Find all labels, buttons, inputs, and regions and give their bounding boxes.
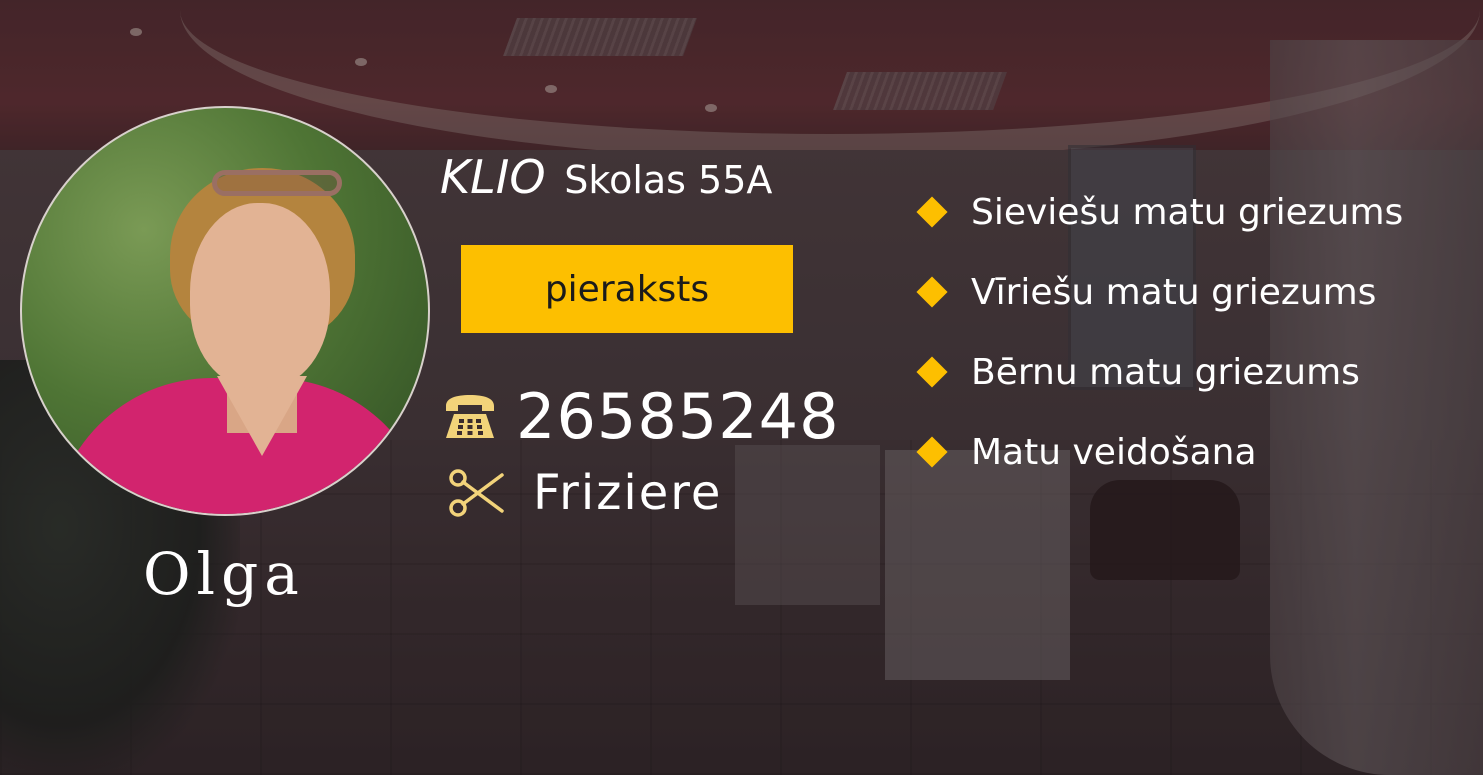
salon-brand: KLIO bbox=[440, 150, 546, 204]
service-label: Vīriešu matu griezums bbox=[971, 271, 1377, 313]
diamond-bullet-icon bbox=[916, 276, 948, 308]
avatar bbox=[20, 106, 430, 516]
services-list: Sieviešu matu griezums Vīriešu matu grie… bbox=[915, 172, 1403, 492]
salon-address: Skolas 55A bbox=[564, 158, 773, 202]
stylist-name: Olga bbox=[143, 540, 305, 608]
service-label: Sieviešu matu griezums bbox=[971, 191, 1404, 233]
telephone-icon bbox=[442, 392, 498, 442]
booking-button[interactable]: pieraksts bbox=[461, 245, 793, 333]
avatar-face bbox=[190, 203, 330, 388]
role-row: Friziere bbox=[447, 465, 722, 521]
list-item: Sieviešu matu griezums bbox=[915, 172, 1403, 252]
scissors-icon bbox=[447, 467, 505, 519]
list-item: Bērnu matu griezums bbox=[915, 332, 1403, 412]
phone-row[interactable]: 26585248 bbox=[442, 380, 840, 453]
avatar-sunglasses bbox=[212, 170, 342, 196]
list-item: Vīriešu matu griezums bbox=[915, 252, 1403, 332]
service-label: Matu veidošana bbox=[971, 431, 1257, 473]
phone-number[interactable]: 26585248 bbox=[516, 380, 840, 453]
diamond-bullet-icon bbox=[916, 356, 948, 388]
salon-heading: KLIO Skolas 55A bbox=[440, 150, 772, 204]
service-label: Bērnu matu griezums bbox=[971, 351, 1360, 393]
role-label: Friziere bbox=[533, 465, 723, 521]
list-item: Matu veidošana bbox=[915, 412, 1403, 492]
diamond-bullet-icon bbox=[916, 436, 948, 468]
diamond-bullet-icon bbox=[916, 196, 948, 228]
